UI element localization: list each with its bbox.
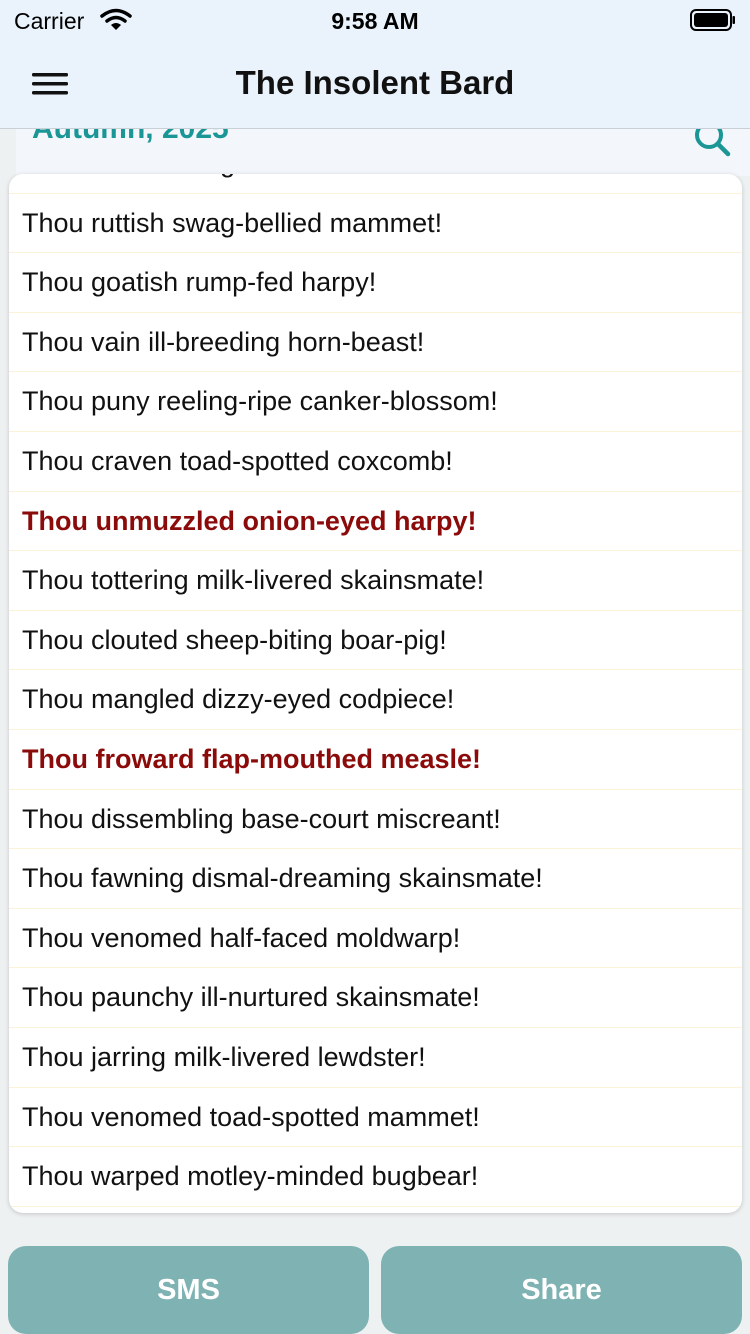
insult-list[interactable]: Thou ruttish swag-bellied mammet! Thou r… bbox=[9, 174, 742, 1213]
list-item[interactable]: Thou warped motley-minded bugbear! bbox=[9, 1147, 742, 1207]
list-item[interactable]: Thou vain ill-breeding horn-beast! bbox=[9, 313, 742, 373]
insult-list-content: Thou ruttish swag-bellied mammet! Thou r… bbox=[9, 174, 742, 1207]
list-item[interactable]: Thou paunchy ill-nurtured skainsmate! bbox=[9, 968, 742, 1028]
status-time: 9:58 AM bbox=[331, 8, 419, 34]
status-bar: Carrier 9:58 AM bbox=[0, 0, 750, 40]
list-item[interactable]: Thou puny reeling-ripe canker-blossom! bbox=[9, 372, 742, 432]
share-button[interactable]: Share bbox=[381, 1246, 742, 1334]
list-item[interactable]: Thou goatish rump-fed harpy! bbox=[9, 253, 742, 313]
list-item[interactable]: Thou froward flap-mouthed measle! bbox=[9, 730, 742, 790]
list-item[interactable]: Thou jarring milk-livered lewdster! bbox=[9, 1028, 742, 1088]
list-item[interactable]: Thou dissembling base-court miscreant! bbox=[9, 790, 742, 850]
list-item[interactable]: Thou clouted sheep-biting boar-pig! bbox=[9, 611, 742, 671]
list-item[interactable]: Thou venomed toad-spotted mammet! bbox=[9, 1088, 742, 1148]
list-item-partial[interactable]: Thou ruttish swag-bellied mammet! bbox=[9, 174, 742, 194]
list-item[interactable]: Thou tottering milk-livered skainsmate! bbox=[9, 551, 742, 611]
list-item[interactable]: Thou mangled dizzy-eyed codpiece! bbox=[9, 670, 742, 730]
navigation-bar: The Insolent Bard bbox=[0, 40, 750, 129]
list-item[interactable]: Thou ruttish swag-bellied mammet! bbox=[9, 194, 742, 254]
list-item[interactable]: Thou fawning dismal-dreaming skainsmate! bbox=[9, 849, 742, 909]
sms-button[interactable]: SMS bbox=[8, 1246, 369, 1334]
battery-icon bbox=[690, 9, 735, 31]
list-item[interactable]: Thou craven toad-spotted coxcomb! bbox=[9, 432, 742, 492]
list-item[interactable]: Thou venomed half-faced moldwarp! bbox=[9, 909, 742, 969]
app-title: The Insolent Bard bbox=[235, 64, 515, 101]
list-item[interactable]: Thou unmuzzled onion-eyed harpy! bbox=[9, 492, 742, 552]
